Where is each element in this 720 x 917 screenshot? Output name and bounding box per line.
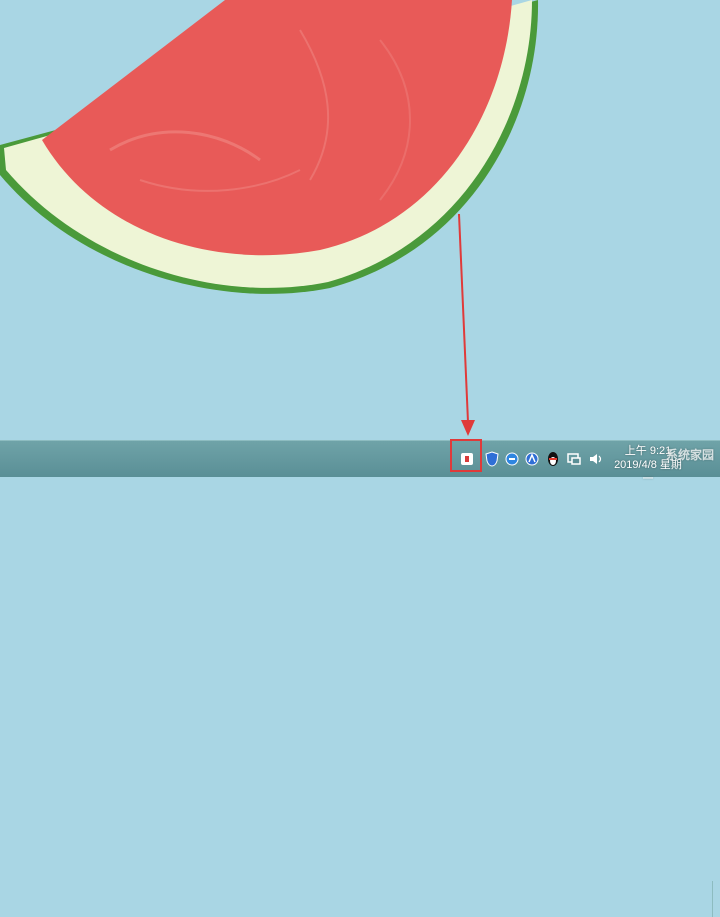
qq-penguin-icon[interactable]	[545, 451, 561, 467]
desktop	[0, 0, 720, 440]
shield-icon[interactable]	[484, 451, 500, 467]
wallpaper-watermelon	[0, 0, 539, 436]
notification-a-icon[interactable]	[524, 451, 540, 467]
annotation-highlight-box	[450, 439, 482, 472]
annotation-arrow-line	[458, 213, 469, 423]
watermark-logo: 系统家园	[665, 448, 714, 462]
annotation-arrow-head	[461, 420, 475, 436]
show-desktop-button[interactable]	[712, 881, 720, 917]
browser-e-icon[interactable]	[504, 451, 520, 467]
volume-icon[interactable]	[588, 451, 604, 467]
network-icon[interactable]	[566, 451, 582, 467]
